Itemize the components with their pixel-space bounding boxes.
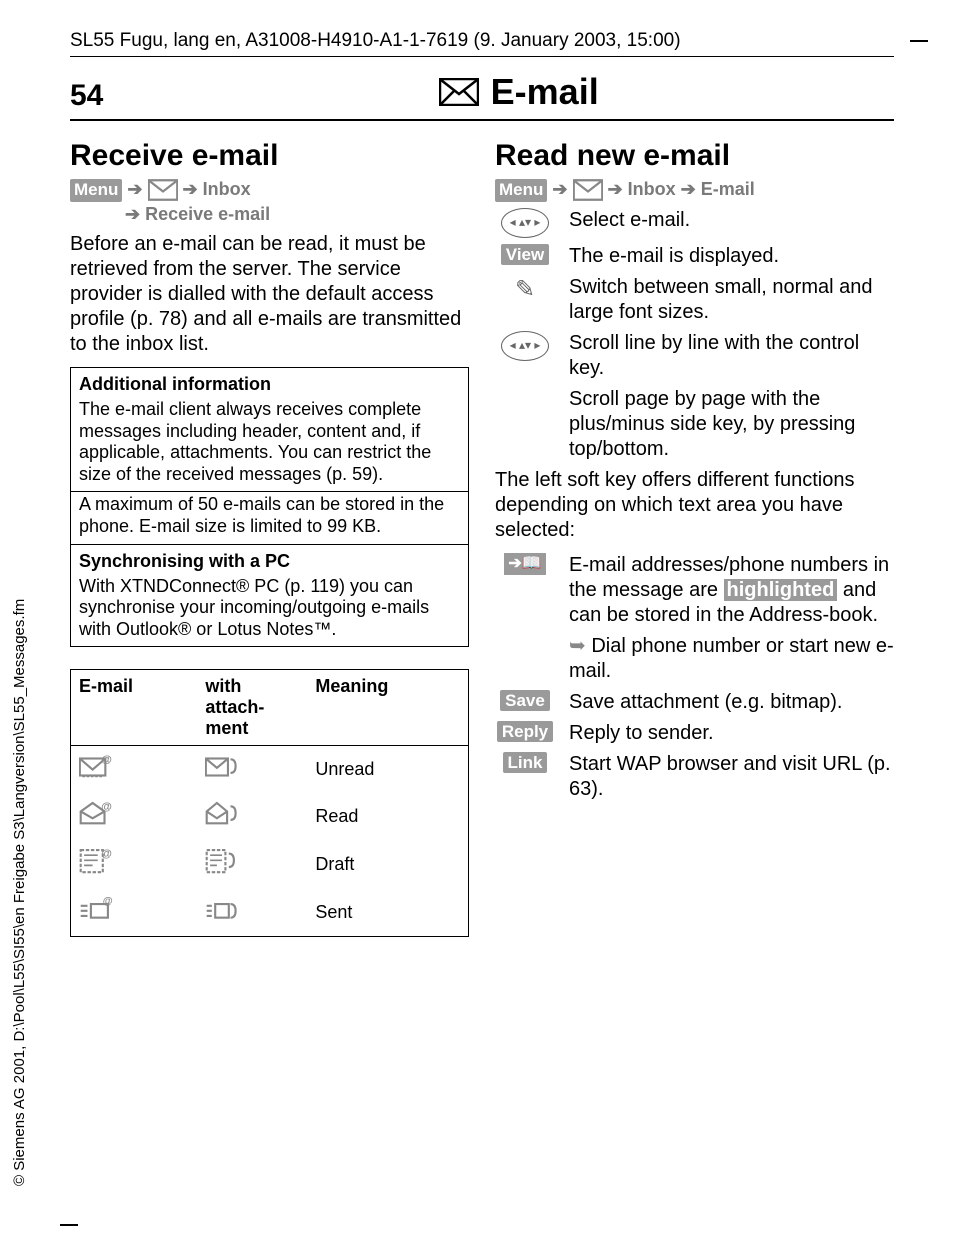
addressbook-desc: E-mail addresses/phone numbers in the me…	[569, 553, 894, 628]
th-attach: with attach-ment	[197, 670, 307, 746]
item-view: View The e-mail is displayed.	[495, 244, 894, 269]
page-title-row: 54 E-mail	[70, 71, 894, 121]
link-softkey[interactable]: Link	[503, 752, 548, 773]
read-heading: Read new e-mail	[495, 139, 894, 173]
info-title: Additional information	[71, 368, 468, 397]
meaning-draft: Draft	[307, 840, 468, 889]
unread-attach-icon	[205, 754, 239, 780]
receive-heading: Receive e-mail	[70, 139, 469, 173]
softkey-intro: The left soft key offers different funct…	[495, 468, 894, 543]
nav-key-icon: ◂ ▴▾ ▸	[501, 331, 549, 361]
arrow-icon: ➔	[125, 204, 145, 224]
arrow-icon: ➔	[183, 179, 203, 199]
item-reply: Reply Reply to sender.	[495, 721, 894, 746]
copyright-sidebar: © Siemens AG 2001, D:\Pool\L55\SI55\en F…	[11, 599, 28, 1186]
table-row: @ Sent	[71, 889, 469, 937]
item-font: ✎ Switch between small, normal and large…	[495, 275, 894, 325]
page-title-text: E-mail	[491, 71, 599, 113]
envelope-icon	[148, 179, 178, 201]
table-row: @ Unread	[71, 746, 469, 794]
read-menu-path: Menu ➔ ➔ Inbox ➔ E-mail	[495, 177, 894, 202]
sync-body: With XTNDConnect® PC (p. 119) you can sy…	[71, 574, 468, 647]
nav-key-icon: ◂ ▴▾ ▸	[501, 208, 549, 238]
receive-menu-path: Menu ➔ ➔ Inbox ➔ Receive e-mail	[70, 177, 469, 226]
arrow-icon: ➔	[552, 179, 572, 199]
page-title: E-mail	[143, 71, 894, 113]
sent-attach-icon	[205, 897, 239, 923]
scroll-line-desc: Scroll line by line with the control key…	[569, 331, 894, 381]
item-scroll-line: ◂ ▴▾ ▸ Scroll line by line with the cont…	[495, 331, 894, 381]
font-desc: Switch between small, normal and large f…	[569, 275, 894, 325]
crop-mark-icon	[60, 1224, 78, 1226]
draft-attach-icon	[205, 848, 239, 876]
handset-icon: ➥	[569, 635, 591, 657]
svg-text:@: @	[101, 801, 112, 813]
arrow-icon: ➔	[681, 179, 701, 199]
menu-softkey[interactable]: Menu	[495, 179, 547, 202]
item-addressbook: ➔📖 E-mail addresses/phone numbers in the…	[495, 553, 894, 628]
info-p1: The e-mail client always receives comple…	[71, 397, 468, 491]
reply-softkey[interactable]: Reply	[497, 721, 553, 742]
svg-text:@: @	[101, 754, 112, 766]
path-inbox: Inbox	[203, 179, 251, 199]
envelope-icon	[573, 179, 603, 201]
highlighted-label: highlighted	[724, 579, 838, 601]
th-meaning: Meaning	[307, 670, 468, 746]
dial-desc: ➥ Dial phone number or start new e-mail.	[569, 634, 894, 684]
path-receive: Receive e-mail	[145, 204, 270, 224]
meaning-unread: Unread	[307, 746, 468, 794]
item-dial: ➥ Dial phone number or start new e-mail.	[495, 634, 894, 684]
info-p2: A maximum of 50 e-mails can be stored in…	[71, 492, 468, 543]
path-email: E-mail	[701, 179, 755, 199]
view-softkey[interactable]: View	[501, 244, 549, 265]
draft-email-icon: @	[79, 848, 113, 876]
reply-desc: Reply to sender.	[569, 721, 894, 746]
unread-email-icon: @	[79, 754, 113, 780]
link-desc: Start WAP browser and visit URL (p. 63).	[569, 752, 894, 802]
read-email-icon: @	[79, 801, 113, 827]
meaning-read: Read	[307, 793, 468, 840]
info-box: Additional information The e-mail client…	[70, 367, 469, 647]
sync-title: Synchronising with a PC	[71, 545, 468, 574]
table-row: @ Read	[71, 793, 469, 840]
item-save: Save Save attachment (e.g. bitmap).	[495, 690, 894, 715]
arrow-icon: ➔	[608, 179, 628, 199]
item-select: ◂ ▴▾ ▸ Select e-mail.	[495, 208, 894, 238]
right-column: Read new e-mail Menu ➔ ➔ Inbox ➔ E-mail …	[495, 139, 894, 937]
dial-text: Dial phone number or start new e-mail.	[569, 635, 894, 682]
meaning-sent: Sent	[307, 889, 468, 937]
left-column: Receive e-mail Menu ➔ ➔ Inbox ➔ Receive …	[70, 139, 469, 937]
save-softkey[interactable]: Save	[500, 690, 550, 711]
scroll-page-desc: Scroll page by page with the plus/minus …	[569, 387, 894, 462]
path-inbox: Inbox	[628, 179, 676, 199]
th-email: E-mail	[71, 670, 198, 746]
document-header: SL55 Fugu, lang en, A31008-H4910-A1-1-76…	[70, 30, 894, 57]
svg-text:@: @	[103, 897, 113, 907]
doc-path: SL55 Fugu, lang en, A31008-H4910-A1-1-76…	[70, 30, 681, 51]
view-desc: The e-mail is displayed.	[569, 244, 894, 269]
save-desc: Save attachment (e.g. bitmap).	[569, 690, 894, 715]
read-attach-icon	[205, 801, 239, 827]
receive-body: Before an e-mail can be read, it must be…	[70, 232, 469, 357]
email-icon-table: E-mail with attach-ment Meaning @ Unread…	[70, 669, 469, 937]
sent-email-icon: @	[79, 897, 113, 923]
pen-icon: ✎	[505, 275, 545, 305]
menu-softkey[interactable]: Menu	[70, 179, 122, 202]
select-desc: Select e-mail.	[569, 208, 894, 238]
envelope-icon	[439, 78, 479, 106]
addressbook-icon[interactable]: ➔📖	[504, 553, 545, 575]
crop-mark-icon	[910, 40, 928, 42]
table-row: @ Draft	[71, 840, 469, 889]
arrow-icon: ➔	[127, 179, 147, 199]
page-number: 54	[70, 79, 103, 113]
svg-text:@: @	[101, 848, 112, 860]
item-scroll-page: Scroll page by page with the plus/minus …	[495, 387, 894, 462]
item-link: Link Start WAP browser and visit URL (p.…	[495, 752, 894, 802]
